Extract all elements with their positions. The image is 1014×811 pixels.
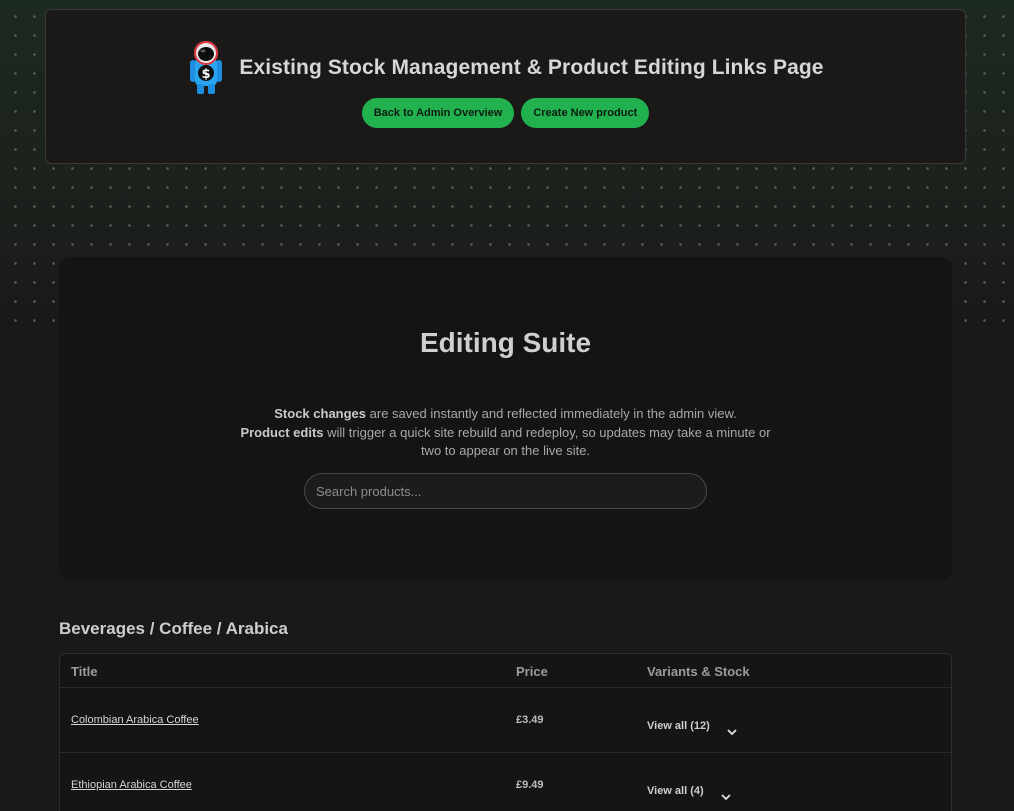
- view-variants-toggle[interactable]: View all (4): [647, 779, 732, 803]
- editing-suite-description: Stock changes are saved instantly and re…: [239, 405, 772, 461]
- column-title: Title: [71, 664, 98, 679]
- chevron-down-icon: [721, 794, 731, 801]
- view-all-label: View all (12): [647, 720, 710, 732]
- stock-changes-label: Stock changes: [274, 406, 367, 421]
- title-row: $ Existing Stock Management & Product Ed…: [46, 40, 965, 96]
- view-all-label: View all (4): [647, 785, 704, 797]
- table-header: Title Price Variants & Stock: [60, 654, 951, 688]
- create-product-button[interactable]: Create New product: [521, 98, 650, 128]
- page-header: $ Existing Stock Management & Product Ed…: [45, 9, 966, 164]
- column-variants: Variants & Stock: [647, 664, 750, 679]
- astronaut-dollar-icon: $: [190, 41, 223, 94]
- product-edits-text: will trigger a quick site rebuild and re…: [323, 424, 771, 459]
- column-price: Price: [516, 664, 548, 679]
- page-title: Existing Stock Management & Product Edit…: [239, 56, 824, 79]
- editing-suite-panel: Editing Suite Stock changes are saved in…: [59, 257, 952, 581]
- table-row: Ethiopian Arabica Coffee £9.49 View all …: [60, 753, 951, 811]
- chevron-down-icon: [727, 729, 737, 736]
- svg-text:$: $: [202, 67, 211, 82]
- product-title-link[interactable]: Colombian Arabica Coffee: [71, 714, 199, 726]
- view-variants-toggle[interactable]: View all (12): [647, 714, 738, 738]
- page: $ Existing Stock Management & Product Ed…: [0, 0, 1014, 811]
- stock-changes-text: are saved instantly and reflected immedi…: [366, 406, 737, 421]
- header-buttons: Back to Admin Overview Create New produc…: [46, 98, 965, 128]
- products-table: Title Price Variants & Stock Colombian A…: [59, 653, 952, 811]
- product-price: £9.49: [516, 779, 544, 791]
- editing-suite-title: Editing Suite: [419, 327, 592, 358]
- product-title-link[interactable]: Ethiopian Arabica Coffee: [71, 779, 192, 791]
- category-heading: Beverages / Coffee / Arabica: [59, 619, 288, 638]
- product-price: £3.49: [516, 714, 544, 726]
- table-row: Colombian Arabica Coffee £3.49 View all …: [60, 688, 951, 753]
- back-to-admin-button[interactable]: Back to Admin Overview: [361, 98, 515, 128]
- search-input[interactable]: [304, 473, 707, 509]
- product-edits-label: Product edits: [240, 424, 324, 440]
